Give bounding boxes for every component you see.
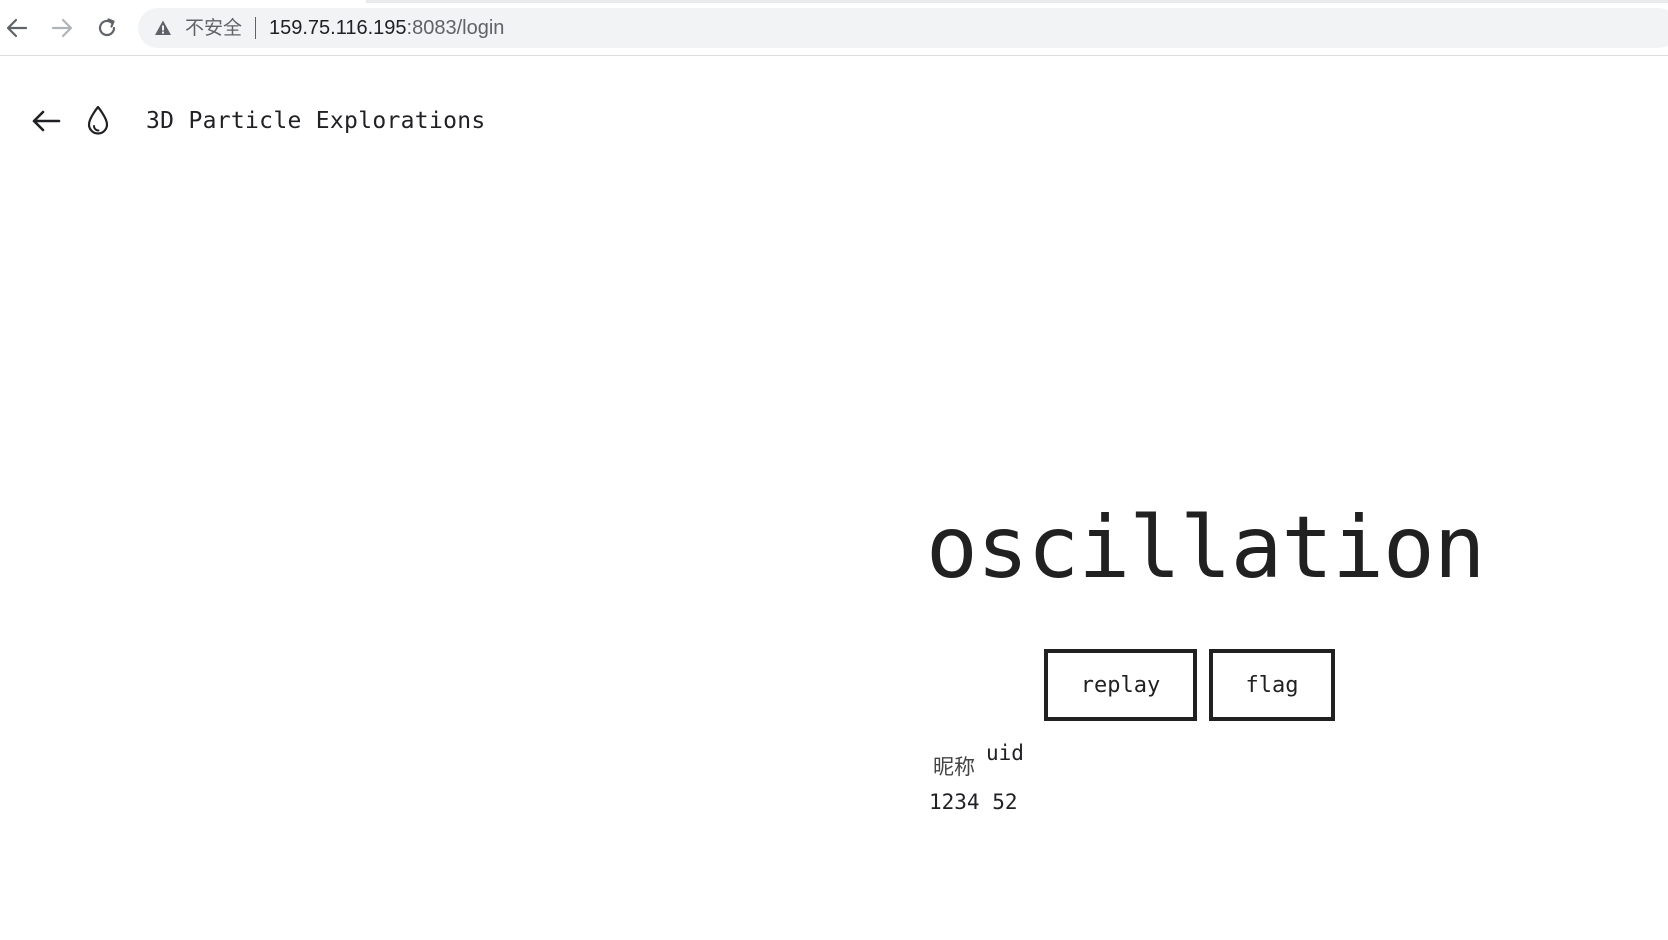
arrow-right-icon: [51, 18, 73, 38]
page-title: 3D Particle Explorations: [146, 108, 486, 134]
nickname-value: 1234: [929, 790, 980, 814]
warning-triangle-icon[interactable]: [154, 19, 172, 37]
user-info-values: 1234 52: [929, 788, 1018, 816]
omnibox-divider: [255, 17, 256, 39]
flag-button[interactable]: flag: [1209, 649, 1335, 721]
arrow-left-icon: [6, 18, 28, 38]
reload-icon: [98, 18, 116, 37]
hero-title: oscillation: [926, 498, 1486, 598]
not-secure-label[interactable]: 不安全: [185, 16, 242, 40]
url-host: 159.75.116.195: [269, 17, 407, 39]
address-bar[interactable]: 不安全 159.75.116.195:8083/login: [138, 8, 1668, 48]
browser-forward-button[interactable]: [46, 12, 78, 44]
url-text[interactable]: 159.75.116.195:8083/login: [269, 16, 504, 40]
tab-strip-edge: [366, 0, 1668, 3]
water-drop-icon: [87, 105, 109, 135]
url-path: :8083/login: [406, 17, 505, 39]
uid-label: uid: [986, 741, 1024, 765]
nickname-label: 昵称: [933, 755, 975, 779]
browser-reload-button[interactable]: [91, 12, 123, 44]
back-arrow-icon[interactable]: [30, 107, 62, 135]
replay-button[interactable]: replay: [1044, 649, 1197, 721]
uid-value: 52: [992, 790, 1018, 814]
browser-back-button[interactable]: [1, 12, 33, 44]
browser-toolbar: 不安全 159.75.116.195:8083/login: [0, 0, 1668, 56]
